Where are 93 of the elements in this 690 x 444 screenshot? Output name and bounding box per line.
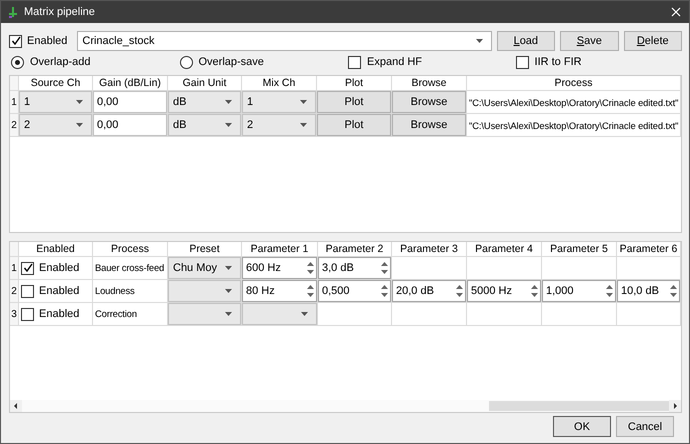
- dialog-button[interactable]: Cancel: [616, 416, 674, 437]
- mix-combo[interactable]: 1: [242, 91, 316, 113]
- row-number: 1: [10, 257, 19, 280]
- spin-arrows-icon[interactable]: [531, 284, 538, 298]
- enabled-checkbox[interactable]: [21, 284, 34, 298]
- spin-box[interactable]: 0,500: [318, 280, 391, 302]
- spin-arrows-icon[interactable]: [456, 284, 463, 298]
- spin-box[interactable]: 80 Hz: [242, 280, 317, 302]
- spin-box[interactable]: 20,0 dB: [392, 280, 466, 302]
- caret-icon: [225, 123, 232, 127]
- toolbar-button[interactable]: Delete: [624, 31, 682, 51]
- option-label: Overlap-add: [30, 56, 91, 68]
- option-label: Expand HF: [367, 56, 422, 68]
- gain-field[interactable]: 0,00: [93, 91, 167, 113]
- plot-button[interactable]: Plot: [317, 114, 391, 136]
- column-header: Parameter 6: [617, 242, 681, 257]
- checkbox-label: Enabled: [39, 308, 80, 320]
- caret-icon: [225, 289, 232, 293]
- table-cell-text: Loudness: [94, 286, 135, 296]
- row-number: 1: [10, 91, 19, 114]
- toolbar-button[interactable]: Save: [560, 31, 619, 51]
- spin-arrows-icon[interactable]: [606, 284, 613, 298]
- enabled-checkbox[interactable]: [21, 308, 34, 320]
- checkbox-label: Enabled: [39, 285, 80, 297]
- window-title: Matrix pipeline: [24, 6, 96, 18]
- table-cell-text: Bauer cross-feed: [94, 262, 164, 274]
- table-cell-text: "C:\Users\Alexi\Desktop\Oratory\Crinacle edited.txt": [468, 120, 678, 130]
- spin-box[interactable]: 10,0 dB: [617, 280, 680, 302]
- column-header: Parameter 5: [542, 242, 617, 257]
- enabled-checkbox[interactable]: [21, 262, 34, 274]
- checkbox[interactable]: [516, 56, 529, 68]
- browse-button[interactable]: Browse: [392, 114, 466, 136]
- column-header: Gain (dB/Lin): [93, 76, 168, 91]
- spin-box[interactable]: 600 Hz: [242, 257, 317, 279]
- mix-combo[interactable]: 2: [242, 114, 316, 136]
- row-number: 3: [10, 303, 19, 326]
- toolbar-button[interactable]: Load: [496, 31, 556, 51]
- preset-combo[interactable]: Crinacle_stock: [77, 31, 492, 51]
- plot-button[interactable]: Plot: [317, 91, 391, 113]
- checkbox[interactable]: [348, 56, 361, 68]
- column-header: Enabled: [19, 242, 93, 257]
- table-cell-text: "C:\Users\Alexi\Desktop\Oratory\Crinacle edited.txt": [468, 96, 678, 108]
- table-cell-text: Correction: [94, 308, 137, 320]
- spin-arrows-icon[interactable]: [307, 261, 314, 275]
- checkbox-label: Enabled: [39, 262, 80, 274]
- caret-icon: [476, 39, 483, 43]
- column-header: Source Ch: [19, 76, 93, 91]
- caret-icon: [300, 123, 307, 127]
- caret-icon: [225, 100, 232, 104]
- radio-button[interactable]: [180, 56, 192, 68]
- row-number: 2: [10, 114, 19, 137]
- column-header: Preset: [168, 242, 242, 257]
- column-header: Process: [93, 242, 168, 257]
- enabled-checkbox[interactable]: [9, 34, 22, 48]
- source-combo[interactable]: 1: [19, 91, 92, 113]
- option-label: IIR to FIR: [534, 56, 582, 68]
- caret-icon: [300, 100, 307, 104]
- column-header: Parameter 1: [242, 242, 318, 257]
- radio-button[interactable]: [11, 56, 24, 68]
- column-header: Plot: [317, 76, 392, 91]
- column-header: Browse: [392, 76, 467, 91]
- caret-icon: [301, 312, 308, 316]
- unit-combo[interactable]: dB: [168, 114, 241, 136]
- spin-box[interactable]: 1,000: [542, 280, 616, 302]
- column-header: Mix Ch: [242, 76, 317, 91]
- caret-icon: [225, 312, 232, 316]
- caret-icon: [76, 100, 83, 104]
- caret-icon: [76, 123, 83, 127]
- unit-combo[interactable]: dB: [168, 91, 241, 113]
- row-number: 2: [10, 280, 19, 303]
- browse-button[interactable]: Browse: [392, 91, 466, 113]
- close-icon[interactable]: [671, 7, 681, 17]
- spin-box[interactable]: 5000 Hz: [467, 280, 541, 302]
- app-icon: [7, 6, 19, 18]
- spin-arrows-icon[interactable]: [670, 284, 677, 298]
- option-label: Overlap-save: [198, 56, 264, 68]
- spin-arrows-icon[interactable]: [381, 261, 388, 275]
- spin-box[interactable]: 3,0 dB: [318, 257, 391, 279]
- preset-combo[interactable]: Chu Moy: [168, 257, 241, 279]
- dialog-button[interactable]: OK: [553, 416, 611, 437]
- spin-arrows-icon[interactable]: [381, 284, 388, 298]
- spin-arrows-icon[interactable]: [307, 284, 314, 298]
- horizontal-scrollbar[interactable]: [10, 400, 681, 412]
- column-header: Parameter 4: [467, 242, 542, 257]
- source-combo[interactable]: 2: [19, 114, 92, 136]
- checkbox-label: Enabled: [27, 35, 68, 47]
- gain-field[interactable]: 0,00: [93, 114, 167, 136]
- column-header: Parameter 3: [392, 242, 467, 257]
- column-header: Parameter 2: [318, 242, 392, 257]
- scrollbar-thumb[interactable]: [489, 401, 669, 411]
- caret-icon: [225, 266, 232, 270]
- column-header: Gain Unit: [168, 76, 242, 91]
- column-header: Process: [467, 76, 681, 91]
